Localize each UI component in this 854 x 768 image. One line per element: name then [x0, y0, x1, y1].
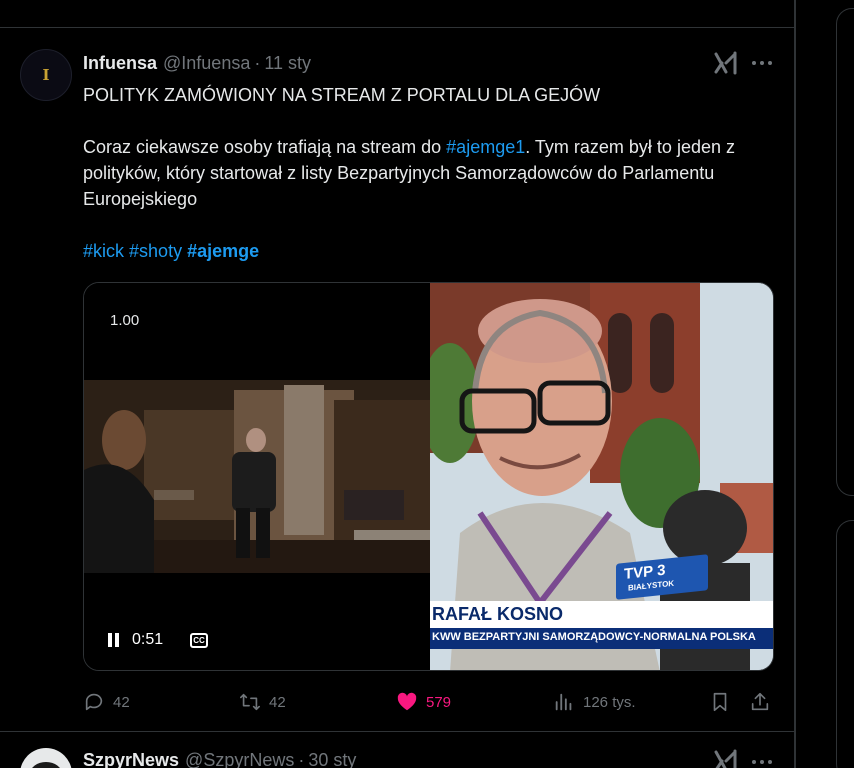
hashtag-link[interactable]: #kick [83, 241, 124, 261]
grok-icon[interactable] [713, 748, 739, 768]
tweet-text: POLITYK ZAMÓWIONY NA STREAM Z PORTALU DL… [83, 82, 783, 264]
repost-count: 42 [269, 693, 286, 711]
hashtags: #kick #shoty #ajemge [83, 238, 783, 264]
tweet[interactable]: SzpyrNews @SzpyrNews · 30 sty [0, 732, 795, 768]
hashtag-link[interactable]: #ajemge1 [446, 137, 525, 157]
reply-icon [85, 693, 103, 711]
tweet-actions: 42 42 579 126 tys. [83, 687, 774, 717]
tweet-header: Infuensa @Infuensa · 11 sty [83, 52, 311, 74]
author-name[interactable]: Infuensa [83, 53, 157, 74]
lower-third: RAFAŁ KOSNO KWW BEZPARTYJNI SAMORZĄDOWCY… [430, 601, 773, 649]
paragraph-text: Coraz ciekawsze osoby trafiają na stream… [83, 137, 447, 157]
like-button[interactable]: 579 [396, 687, 451, 717]
grok-icon[interactable] [713, 50, 739, 76]
video-controls: 0:51 CC [84, 621, 430, 661]
playback-speed[interactable]: 1.00 [110, 312, 139, 329]
hashtag-link[interactable]: #ajemge [187, 241, 259, 261]
tweet-paragraph: Coraz ciekawsze osoby trafiają na stream… [83, 134, 783, 212]
video-player[interactable]: 1.00 0:51 CC TVP 3 BIAŁYSTOK RAFAŁ KOSNO… [83, 282, 774, 671]
author-handle[interactable]: @SzpyrNews [185, 750, 294, 768]
heart-icon [397, 692, 417, 711]
retweet-icon [240, 693, 260, 711]
timestamp[interactable]: 30 sty [308, 750, 356, 768]
tweet-title: POLITYK ZAMÓWIONY NA STREAM Z PORTALU DL… [83, 85, 601, 105]
view-count: 126 tys. [583, 693, 636, 711]
repost-button[interactable]: 42 [239, 687, 286, 717]
like-count: 579 [426, 693, 452, 711]
separator: · [254, 52, 261, 73]
stream-room-image [84, 380, 430, 573]
reply-button[interactable]: 42 [83, 687, 130, 717]
share-icon[interactable] [749, 691, 771, 713]
avatar[interactable]: I [20, 49, 72, 101]
views-icon [555, 693, 572, 711]
reply-count: 42 [113, 693, 130, 711]
timestamp[interactable]: 11 sty [264, 53, 311, 74]
lower-third-subtitle: KWW BEZPARTYJNI SAMORZĄDOWCY-NORMALNA PO… [432, 631, 756, 643]
author-name[interactable]: SzpyrNews [83, 750, 179, 768]
column-border [795, 0, 796, 768]
video-left-pane: 1.00 0:51 CC [84, 283, 430, 670]
owl-icon [30, 762, 62, 768]
tweet[interactable]: I Infuensa @Infuensa · 11 sty POLITYK ZA… [0, 28, 795, 731]
hashtag-link[interactable]: #shoty [129, 241, 182, 261]
sidebar-card [836, 8, 854, 496]
video-right-pane: TVP 3 BIAŁYSTOK RAFAŁ KOSNO KWW BEZPARTY… [430, 283, 773, 670]
more-icon[interactable] [752, 53, 772, 73]
avatar-letter: I [42, 66, 50, 84]
elapsed-time: 0:51 [132, 631, 164, 648]
cc-icon[interactable]: CC [190, 633, 208, 648]
lower-third-name: RAFAŁ KOSNO [432, 604, 564, 624]
avatar[interactable] [20, 748, 72, 768]
sidebar-card [836, 520, 854, 768]
author-handle[interactable]: @Infuensa [163, 53, 250, 74]
tweet-header: SzpyrNews @SzpyrNews · 30 sty [83, 750, 356, 768]
separator: · [298, 750, 305, 768]
pause-icon[interactable] [108, 633, 120, 647]
bookmark-icon[interactable] [709, 691, 731, 713]
views-button[interactable]: 126 tys. [553, 687, 636, 717]
more-icon[interactable] [752, 752, 772, 768]
